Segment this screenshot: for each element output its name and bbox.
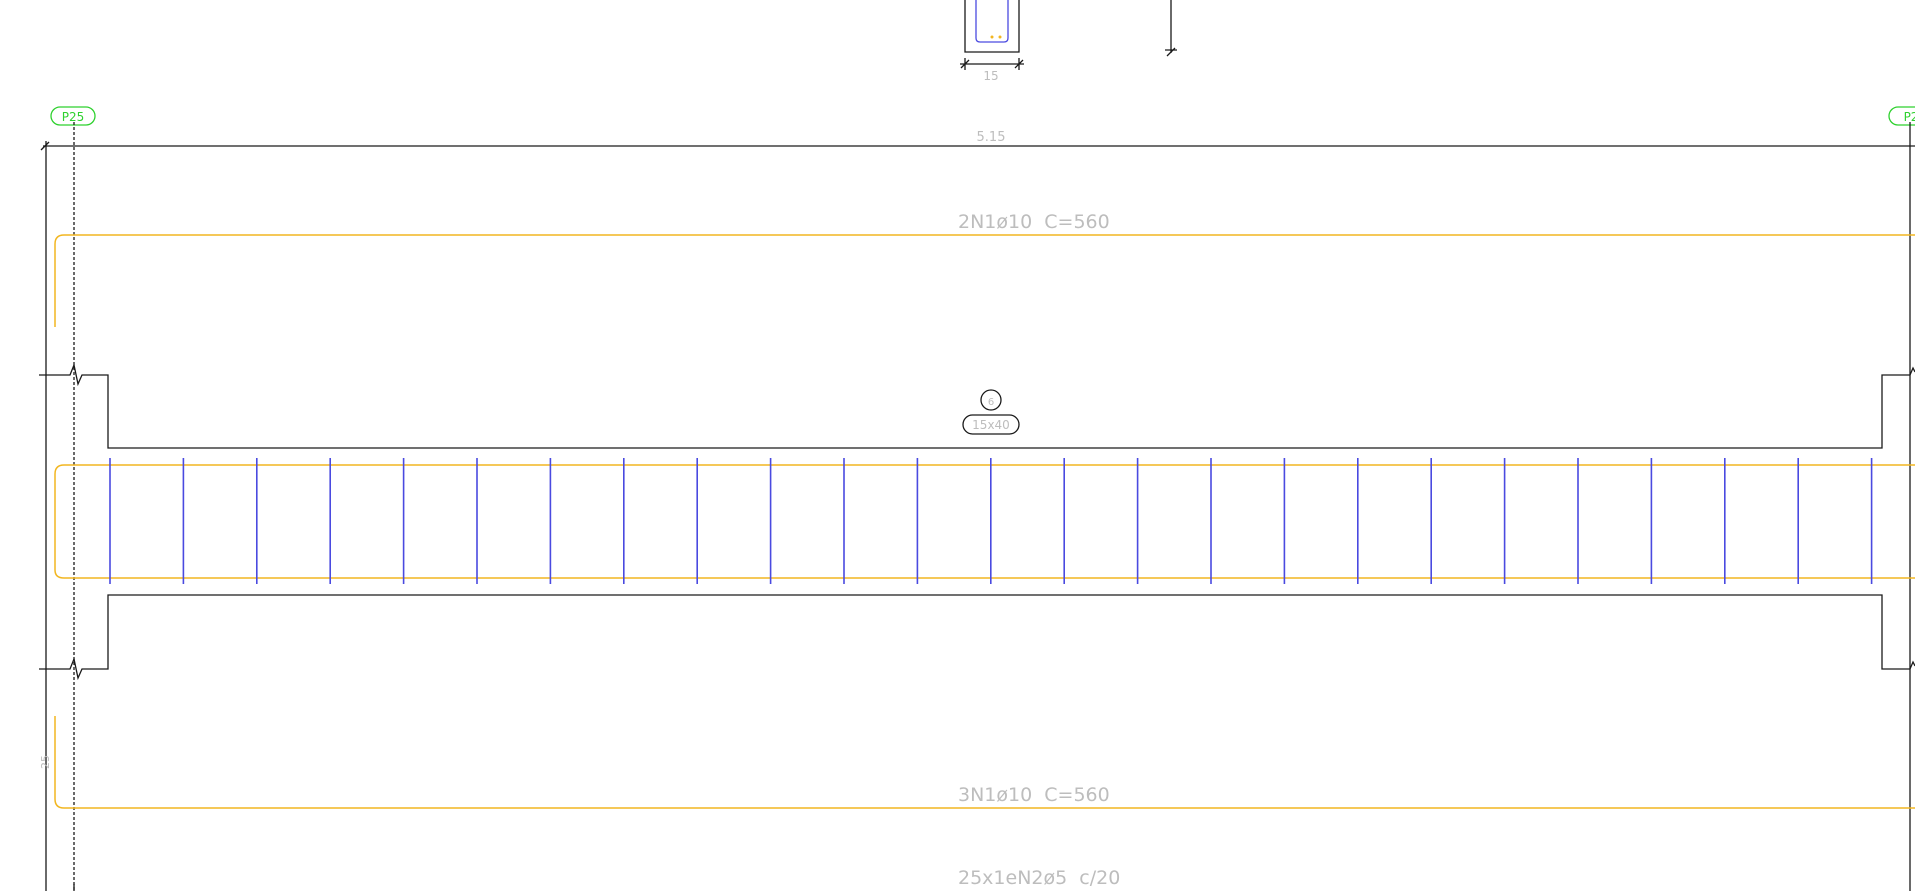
pillar-right-tag-label: P2 [1904, 110, 1915, 124]
cross-section-detail [960, 0, 1177, 70]
side-dimension-label: 25 [39, 755, 52, 769]
section-bar [998, 35, 1002, 39]
beam-identifier: 6 15x40 [962, 389, 1020, 435]
beam-top-edge [39, 362, 1915, 449]
beam-number-label: 6 [988, 397, 994, 408]
section-width-label: 15 [983, 69, 998, 83]
stirrup-zone-bar [54, 464, 1915, 579]
top-bar-label: 2N1ø10 C=560 [958, 211, 1110, 233]
pillar-left-tag-label: P25 [62, 110, 85, 124]
beam-outline [39, 362, 1915, 681]
beam-bottom-edge [39, 594, 1915, 681]
beam-reinforcement-drawing: 15 P25 P2 5.15 25 2N1ø10 C=560 6 15x40 3… [39, 0, 1915, 891]
bottom-bar-label: 3N1ø10 C=560 [958, 784, 1110, 806]
stirrups-group [109, 458, 1873, 584]
stirrup-label: 25x1eN2ø5 c/20 [958, 867, 1120, 889]
section-bar [990, 35, 994, 39]
left-axis-lines [45, 122, 75, 891]
beam-section-label: 15x40 [972, 418, 1010, 432]
top-longitudinal-bar [54, 234, 1915, 327]
span-dimension-label: 5.15 [977, 130, 1006, 145]
pillar-right-tag: P2 [1888, 106, 1915, 126]
pillar-left-tag: P25 [50, 106, 96, 126]
section-outline [964, 0, 1020, 53]
section-leader-line [1165, 0, 1177, 57]
